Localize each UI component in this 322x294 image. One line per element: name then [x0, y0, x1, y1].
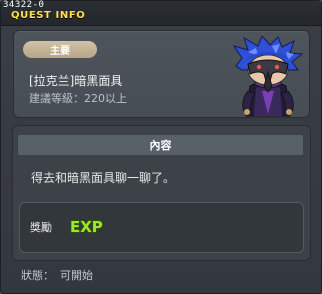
quest-info-window: 34322-0 QUEST INFO 主要 [拉克兰]暗黑面具 建議等級：220… [0, 0, 322, 294]
quest-level-requirement: 建議等級：220以上 [29, 92, 127, 105]
reward-box: 獎勵 EXP [19, 202, 304, 253]
quest-content-panel: 內容 得去和暗黑面具聊一聊了。 獎勵 EXP [12, 125, 311, 261]
window-title: QUEST INFO [11, 10, 86, 21]
quest-description: 得去和暗黑面具聊一聊了。 [31, 171, 176, 185]
status-value: 可開始 [60, 269, 93, 282]
exp-icon[interactable]: EXP [68, 215, 104, 237]
exp-icon-text: EXP [70, 218, 103, 236]
quest-summary-card: 主要 [拉克兰]暗黑面具 建議等級：220以上 [13, 30, 310, 118]
content-header: 內容 [18, 135, 303, 155]
status-label: 狀態： [21, 269, 54, 282]
npc-portrait [232, 36, 304, 117]
quest-status: 狀態： 可開始 [21, 267, 99, 283]
reward-label: 獎勵 [30, 221, 52, 234]
quest-name: [拉克兰]暗黑面具 [29, 74, 123, 88]
quest-id: 34322-0 [3, 0, 45, 10]
window-header[interactable]: 34322-0 QUEST INFO [1, 0, 321, 26]
quest-type-badge: 主要 [23, 41, 97, 58]
